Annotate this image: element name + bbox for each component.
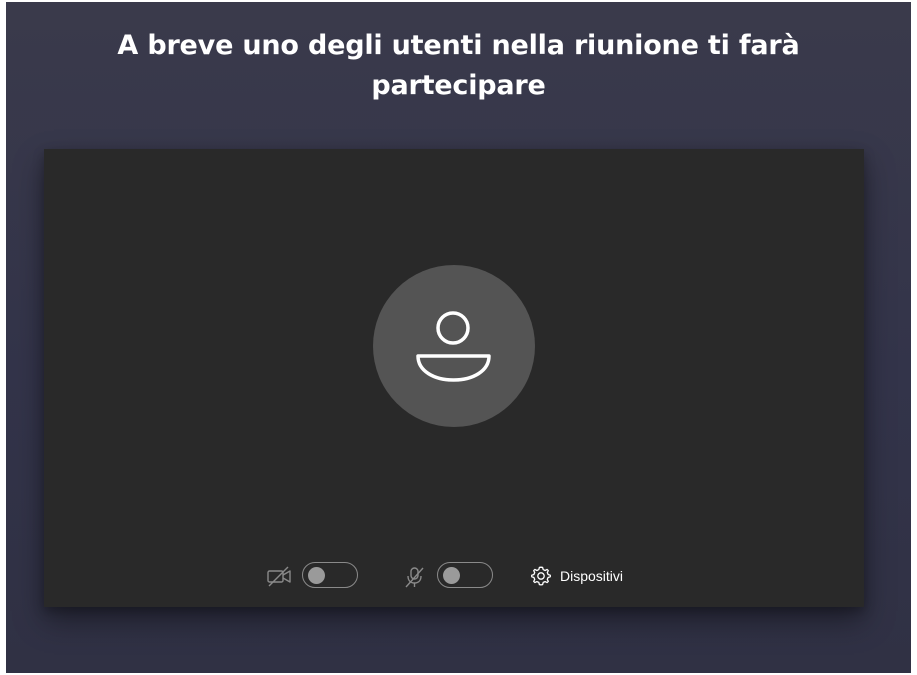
person-icon xyxy=(416,311,491,382)
video-preview: Dispositivi xyxy=(44,149,864,607)
mic-off-icon xyxy=(401,565,429,594)
camera-toggle[interactable] xyxy=(302,562,358,588)
microphone-toggle[interactable] xyxy=(437,562,493,588)
avatar xyxy=(373,265,535,427)
devices-button[interactable]: Dispositivi xyxy=(530,561,623,591)
gear-icon xyxy=(530,565,552,587)
preview-controls: Dispositivi xyxy=(44,561,864,593)
devices-label: Dispositivi xyxy=(560,568,624,584)
lobby-message: A breve uno degli utenti nella riunione … xyxy=(117,30,800,101)
lobby-window: A breve uno degli utenti nella riunione … xyxy=(6,2,911,673)
camera-toggle-knob xyxy=(308,567,325,584)
camera-off-icon xyxy=(266,565,294,592)
microphone-toggle-knob xyxy=(443,567,460,584)
